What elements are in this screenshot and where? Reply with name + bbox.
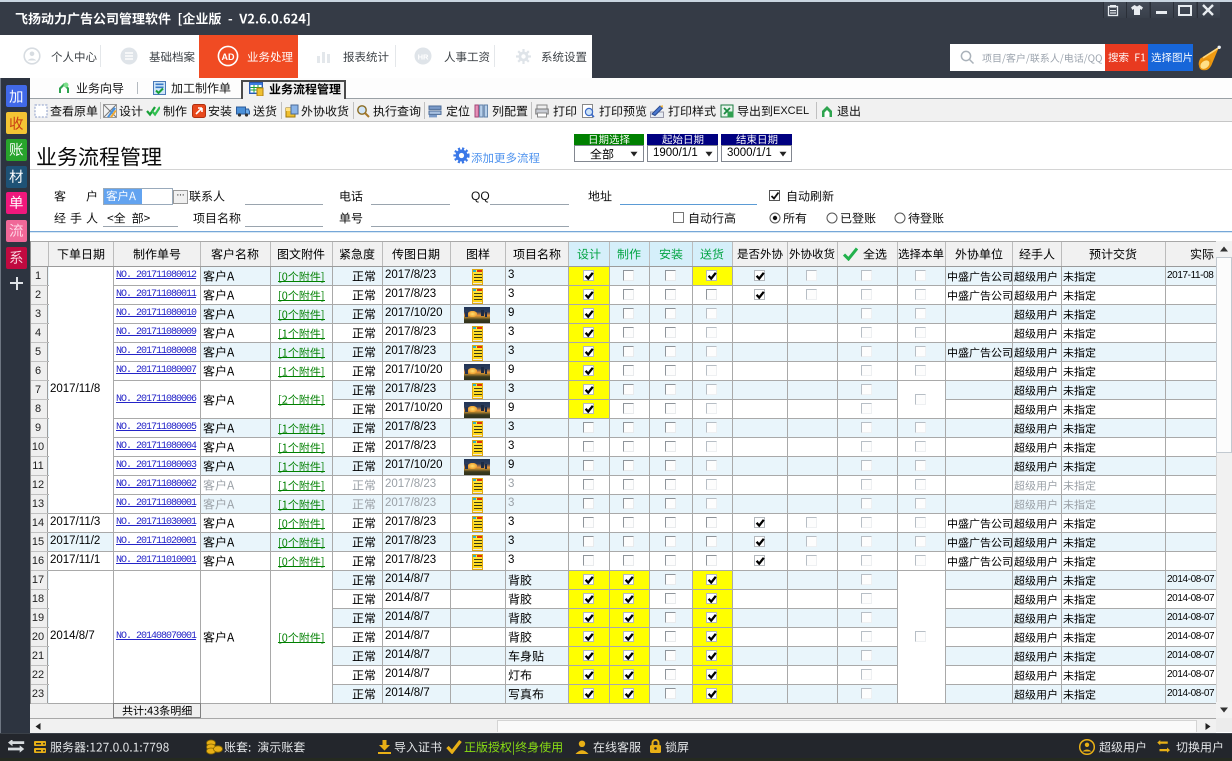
svg-text:AD: AD xyxy=(222,52,235,62)
svg-text:HR: HR xyxy=(418,53,429,62)
